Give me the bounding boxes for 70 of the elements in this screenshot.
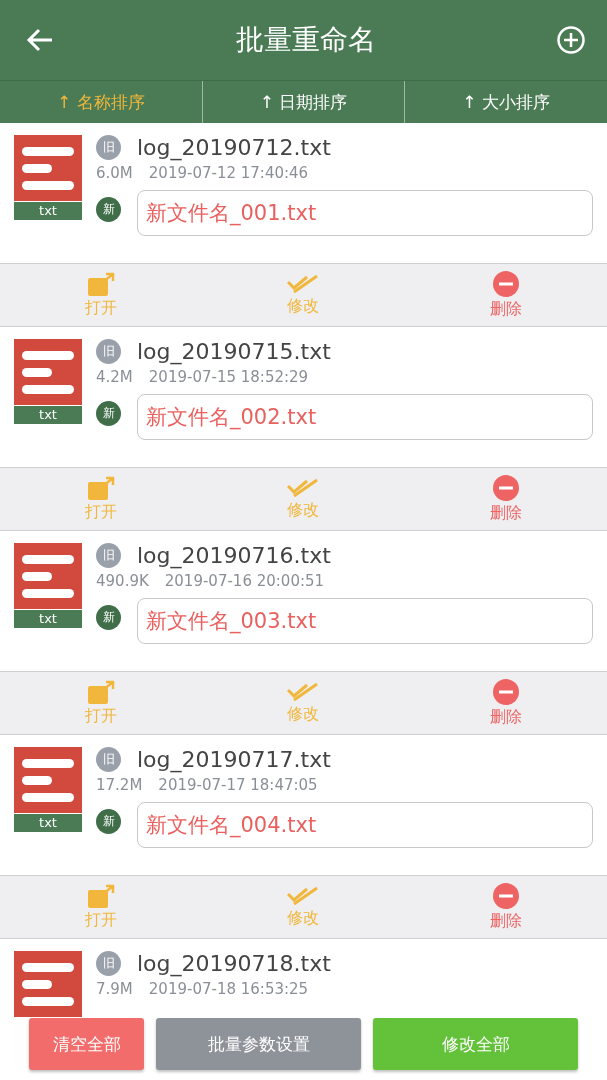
file-name: log_20190717.txt	[137, 747, 331, 772]
new-name-field[interactable]: 新文件名_003.txt	[137, 598, 593, 644]
file-type-label: txt	[14, 202, 82, 220]
file-name: log_20190712.txt	[137, 135, 331, 160]
external-link-icon	[87, 475, 115, 500]
file-date: 2019-07-12 17:40:46	[148, 164, 309, 182]
document-icon	[14, 543, 82, 609]
double-check-icon	[287, 477, 320, 498]
file-date: 2019-07-18 16:53:25	[148, 980, 309, 998]
add-button[interactable]	[557, 26, 585, 54]
external-link-icon	[87, 679, 115, 704]
page-title: 批量重命名	[235, 22, 376, 58]
delete-button[interactable]: 删除	[404, 876, 607, 938]
document-icon	[14, 747, 82, 813]
file-date: 2019-07-16 20:00:51	[164, 572, 325, 590]
edit-button[interactable]: 修改	[202, 876, 405, 938]
settings-all-button[interactable]: 批量参数设置	[156, 1018, 361, 1070]
new-badge: 新	[96, 196, 121, 222]
old-badge: 旧	[96, 747, 121, 772]
external-link-icon	[87, 271, 115, 296]
delete-button[interactable]: 删除	[404, 264, 607, 326]
minus-circle-icon	[492, 270, 519, 297]
double-check-icon	[287, 273, 320, 294]
file-type-label: txt	[14, 406, 82, 424]
old-badge: 旧	[96, 951, 121, 976]
external-link-icon	[87, 883, 115, 908]
sort-tab[interactable]: ↑ 名称排序	[0, 81, 202, 123]
back-button[interactable]	[26, 28, 54, 52]
old-badge: 旧	[96, 543, 121, 568]
double-check-icon	[287, 885, 320, 906]
file-name: log_20190715.txt	[137, 339, 331, 364]
new-name-field[interactable]: 新文件名_004.txt	[137, 802, 593, 848]
old-badge: 旧	[96, 135, 121, 160]
new-badge: 新	[96, 808, 121, 834]
document-icon	[14, 339, 82, 405]
apply-all-button[interactable]: 修改全部	[373, 1018, 578, 1070]
document-icon	[14, 135, 82, 201]
minus-circle-icon	[492, 474, 519, 501]
sort-tab[interactable]: ↑ 大小排序	[404, 81, 607, 123]
file-size: 6.0M	[96, 164, 133, 182]
file-size: 4.2M	[96, 368, 133, 386]
file-type-label: txt	[14, 610, 82, 628]
new-badge: 新	[96, 604, 121, 630]
open-button[interactable]: 打开	[0, 264, 203, 326]
file-size: 17.2M	[96, 776, 143, 794]
edit-button[interactable]: 修改	[202, 264, 405, 326]
old-badge: 旧	[96, 339, 121, 364]
new-name-field[interactable]: 新文件名_002.txt	[137, 394, 593, 440]
file-size: 7.9M	[96, 980, 133, 998]
file-date: 2019-07-15 18:52:29	[148, 368, 309, 386]
delete-button[interactable]: 删除	[404, 468, 607, 530]
document-icon	[14, 951, 82, 1017]
file-type-label: txt	[14, 814, 82, 832]
open-button[interactable]: 打开	[0, 672, 203, 734]
sort-tab[interactable]: ↑ 日期排序	[201, 81, 405, 123]
delete-button[interactable]: 删除	[404, 672, 607, 734]
open-button[interactable]: 打开	[0, 876, 203, 938]
file-size: 490.9K	[96, 572, 149, 590]
edit-button[interactable]: 修改	[202, 468, 405, 530]
edit-button[interactable]: 修改	[202, 672, 405, 734]
open-button[interactable]: 打开	[0, 468, 203, 530]
new-badge: 新	[96, 400, 121, 426]
file-name: log_20190716.txt	[137, 543, 331, 568]
file-date: 2019-07-17 18:47:05	[158, 776, 318, 794]
new-name-field[interactable]: 新文件名_001.txt	[137, 190, 593, 236]
minus-circle-icon	[492, 882, 519, 909]
clear-all-button[interactable]: 清空全部	[29, 1018, 144, 1070]
file-name: log_20190718.txt	[137, 951, 331, 976]
double-check-icon	[287, 681, 320, 702]
minus-circle-icon	[492, 678, 519, 705]
